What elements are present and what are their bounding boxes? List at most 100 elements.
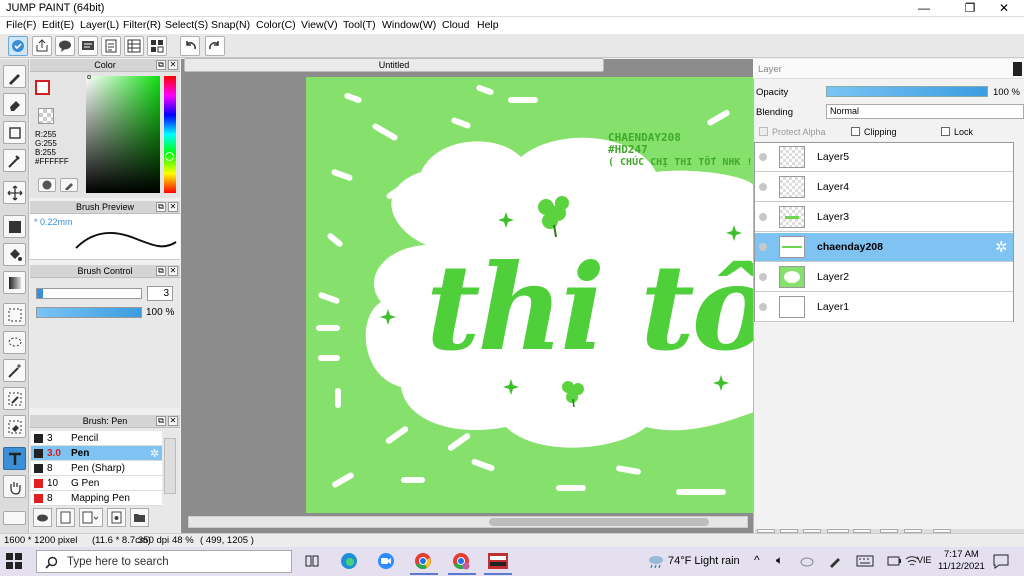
gear-icon[interactable]: ✲: [995, 238, 1008, 256]
jump-paint-taskbar-icon[interactable]: [488, 552, 508, 570]
clock[interactable]: 7:17 AM 11/12/2021: [938, 549, 985, 573]
pen-tool[interactable]: [3, 149, 26, 172]
panel-close-icon[interactable]: ✕: [168, 202, 178, 212]
brush-item-pen[interactable]: 3.0 Pen ✲: [31, 446, 162, 461]
weather-text[interactable]: 74°F Light rain: [668, 555, 740, 567]
panel-close-icon[interactable]: ✕: [168, 60, 178, 70]
menu-file[interactable]: File(F): [6, 19, 36, 31]
picker-cursor[interactable]: [87, 75, 91, 79]
main-color-swatch[interactable]: [35, 80, 50, 95]
cloud-sync-icon[interactable]: [800, 555, 814, 567]
brush-opacity-slider[interactable]: [36, 307, 142, 318]
layer-row-layer2[interactable]: Layer2: [755, 263, 1013, 292]
visibility-icon[interactable]: [759, 213, 767, 221]
menu-cloud[interactable]: Cloud: [442, 19, 469, 31]
taskbar-search-box[interactable]: Type here to search: [36, 550, 292, 573]
panel-grip[interactable]: [1013, 62, 1022, 76]
layer-opacity-slider[interactable]: [826, 86, 988, 97]
layer-row-layer5[interactable]: Layer5: [755, 143, 1013, 172]
bucket-tool[interactable]: [3, 243, 26, 266]
hand-tool[interactable]: [3, 475, 26, 498]
brush-settings-button[interactable]: [107, 508, 126, 527]
visibility-icon[interactable]: [759, 153, 767, 161]
artwork-canvas[interactable]: thi tốt CHAENDAY208 #HD247 ( CHÚC CHỊ TH…: [306, 77, 754, 513]
chrome-icon[interactable]: [414, 552, 432, 570]
brush-cloud-button[interactable]: [33, 508, 52, 527]
tiles-button[interactable]: [147, 36, 167, 56]
layer-row-layer1[interactable]: Layer1: [755, 293, 1013, 322]
saturation-value-picker[interactable]: [86, 76, 160, 193]
language-indicator[interactable]: VIE: [917, 555, 932, 565]
edge-icon[interactable]: [340, 552, 358, 570]
panel-float-icon[interactable]: ⧉: [156, 60, 166, 70]
brush-tool[interactable]: [3, 65, 26, 88]
visibility-icon[interactable]: [759, 303, 767, 311]
transparent-swatch[interactable]: [38, 108, 54, 124]
menu-view[interactable]: View(V): [301, 19, 338, 31]
gear-icon[interactable]: ✲: [150, 447, 159, 460]
pen-workspace-icon[interactable]: [828, 554, 842, 568]
brush-menu-button[interactable]: [79, 508, 103, 527]
blending-select[interactable]: Normal: [826, 104, 1024, 119]
menu-help[interactable]: Help: [477, 19, 499, 31]
minimize-button[interactable]: —: [904, 0, 944, 17]
panel-float-icon[interactable]: ⧉: [156, 202, 166, 212]
grid-button[interactable]: [124, 36, 144, 56]
gradient-tool[interactable]: [3, 271, 26, 294]
battery-icon[interactable]: [887, 554, 901, 568]
protect-alpha-checkbox[interactable]: [759, 127, 768, 136]
clipping-checkbox[interactable]: [851, 127, 860, 136]
document-tab[interactable]: Untitled: [184, 58, 604, 72]
comment-button[interactable]: [55, 36, 75, 56]
palette-button[interactable]: [38, 178, 56, 192]
close-button[interactable]: ✕: [984, 0, 1024, 17]
visibility-icon[interactable]: [759, 243, 767, 251]
panel-float-icon[interactable]: ⧉: [156, 416, 166, 426]
layer-row-chaenday208[interactable]: chaenday208 ✲: [755, 233, 1013, 262]
start-button[interactable]: [6, 553, 22, 569]
task-view-icon[interactable]: [305, 554, 319, 568]
menu-snap[interactable]: Snap(N): [211, 19, 250, 31]
brush-list-scrollbar[interactable]: [164, 438, 176, 494]
fill-rect-tool[interactable]: [3, 215, 26, 238]
visibility-icon[interactable]: [759, 183, 767, 191]
select-eraser-tool[interactable]: [3, 415, 26, 438]
menu-filter[interactable]: Filter(R): [123, 19, 161, 31]
horizontal-scrollbar[interactable]: [188, 516, 748, 528]
lock-checkbox[interactable]: [941, 127, 950, 136]
menu-select[interactable]: Select(S): [165, 19, 208, 31]
menu-color[interactable]: Color(C): [256, 19, 296, 31]
new-brush-button[interactable]: [56, 508, 75, 527]
menu-tool[interactable]: Tool(T): [343, 19, 376, 31]
chrome-profile-icon[interactable]: [452, 552, 470, 570]
message-button[interactable]: [78, 36, 98, 56]
select-pen-tool[interactable]: [3, 387, 26, 410]
brush-item-g-pen[interactable]: 10 G Pen: [31, 476, 162, 491]
chevron-up-icon[interactable]: ^: [754, 553, 760, 567]
speaker-icon[interactable]: 🔈︎: [776, 553, 783, 568]
magic-wand-tool[interactable]: [3, 359, 26, 382]
check-button[interactable]: [8, 36, 28, 56]
brush-size-input[interactable]: 3: [147, 286, 173, 301]
rectangle-tool[interactable]: [3, 121, 26, 144]
layer-row-layer3[interactable]: Layer3: [755, 203, 1013, 232]
hue-cursor[interactable]: [165, 152, 174, 161]
hue-slider[interactable]: [164, 76, 176, 193]
brush-item-pen-sharp[interactable]: 8 Pen (Sharp): [31, 461, 162, 476]
brush-folder-button[interactable]: [130, 508, 149, 527]
menu-layer[interactable]: Layer(L): [80, 19, 119, 31]
redo-button[interactable]: [205, 36, 225, 56]
brush-item-pencil[interactable]: 3 Pencil: [31, 431, 162, 446]
eraser-tool[interactable]: [3, 93, 26, 116]
panel-float-icon[interactable]: ⧉: [156, 266, 166, 276]
notification-icon[interactable]: [993, 554, 1009, 569]
select-rect-tool[interactable]: [3, 303, 26, 326]
zoom-icon[interactable]: [377, 552, 395, 570]
layer-row-layer4[interactable]: Layer4: [755, 173, 1013, 202]
lasso-tool[interactable]: [3, 331, 26, 354]
move-tool[interactable]: [3, 181, 26, 204]
brush-item-mapping-pen[interactable]: 8 Mapping Pen: [31, 491, 162, 506]
menu-edit[interactable]: Edit(E): [42, 19, 74, 31]
visibility-icon[interactable]: [759, 273, 767, 281]
keyboard-icon[interactable]: [856, 555, 874, 567]
